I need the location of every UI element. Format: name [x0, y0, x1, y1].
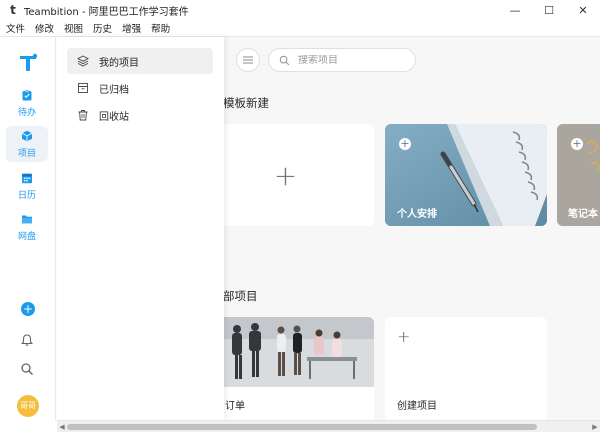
menu-help[interactable]: 帮助 — [151, 21, 170, 35]
rail-label-todo: 待办 — [17, 107, 36, 118]
search-icon — [279, 55, 290, 65]
trash-icon — [78, 110, 88, 121]
card-add-icon[interactable]: + — [399, 138, 411, 150]
rail-item-projects[interactable]: 项目 — [6, 126, 48, 162]
rail-label-projects: 项目 — [17, 148, 36, 159]
search-bar[interactable] — [268, 48, 416, 72]
cube-icon — [21, 130, 33, 141]
search-input[interactable] — [298, 54, 398, 66]
template-card-notebook[interactable]: + 笔记本 — [557, 124, 600, 226]
menu-view[interactable]: 视图 — [64, 21, 83, 35]
projects-section-title: 部项目 — [223, 289, 258, 303]
rail-item-todo[interactable]: 待办 — [6, 85, 48, 121]
panel-label-my-projects: 我的项目 — [99, 57, 139, 69]
plus-icon: + — [397, 327, 411, 346]
maximize-button[interactable]: ☐ — [532, 0, 566, 20]
rail-label-calendar: 日历 — [17, 190, 36, 201]
clipboard-icon — [22, 89, 32, 100]
title-bar: t Teambition - 阿里巴巴工作学习套件 — ☐ ✕ — [0, 0, 600, 20]
scroll-right-icon[interactable]: ▶ — [590, 421, 600, 432]
scrollbar-thumb[interactable] — [67, 424, 537, 430]
create-project-card[interactable]: + 创建项目 — [385, 317, 547, 420]
scroll-left-icon[interactable]: ◀ — [57, 421, 67, 432]
template-section-title: 模板新建 — [223, 96, 269, 110]
calendar-icon — [22, 173, 32, 183]
menu-bar: 文件 修改 视图 历史 增强 帮助 — [0, 20, 600, 37]
hamburger-icon — [243, 56, 253, 64]
menu-enhance[interactable]: 增强 — [122, 21, 141, 35]
teambition-logo-icon[interactable] — [17, 51, 39, 73]
close-button[interactable]: ✕ — [566, 0, 600, 20]
window-title: Teambition - 阿里巴巴工作学习套件 — [24, 6, 189, 18]
template-card-label: 笔记本 — [568, 209, 598, 220]
menu-history[interactable]: 历史 — [93, 21, 112, 35]
layers-icon — [77, 55, 89, 67]
project-card-label: 订单 — [225, 401, 245, 412]
scroll-corner — [0, 420, 57, 432]
menu-edit[interactable]: 修改 — [35, 21, 54, 35]
panel-item-my-projects[interactable]: 我的项目 — [67, 48, 213, 74]
template-card-personal-schedule[interactable]: + 个人安排 — [385, 124, 547, 226]
rail-item-drive[interactable]: 网盘 — [6, 209, 48, 245]
template-card-label: 个人安排 — [397, 209, 437, 220]
panel-item-trash[interactable]: 回收站 — [67, 102, 213, 128]
panel-label-trash: 回收站 — [99, 111, 129, 123]
user-avatar[interactable]: 哥哥 — [17, 395, 39, 417]
rail-label-drive: 网盘 — [17, 231, 36, 242]
rail-item-calendar[interactable]: 日历 — [6, 168, 48, 204]
search-icon[interactable] — [20, 362, 34, 376]
archive-icon — [78, 83, 88, 93]
panel-item-archived[interactable]: 已归档 — [67, 75, 213, 101]
horizontal-scrollbar[interactable]: ◀ ▶ — [57, 420, 600, 432]
panel-label-archived: 已归档 — [99, 84, 129, 96]
window-controls: — ☐ ✕ — [498, 0, 600, 20]
teambition-app-icon: t — [10, 3, 16, 17]
create-project-label: 创建项目 — [397, 401, 437, 412]
projects-panel: 我的项目 已归档 回收站 — [57, 37, 224, 420]
add-button[interactable]: + — [21, 302, 35, 316]
menu-file[interactable]: 文件 — [6, 21, 25, 35]
card-add-icon[interactable]: + — [571, 138, 583, 150]
folder-icon — [22, 215, 32, 223]
nav-rail: 待办 项目 日历 网盘 + 哥哥 — [0, 37, 56, 420]
minimize-button[interactable]: — — [498, 0, 532, 20]
menu-toggle-button[interactable] — [236, 48, 260, 72]
bell-icon[interactable] — [20, 333, 34, 347]
